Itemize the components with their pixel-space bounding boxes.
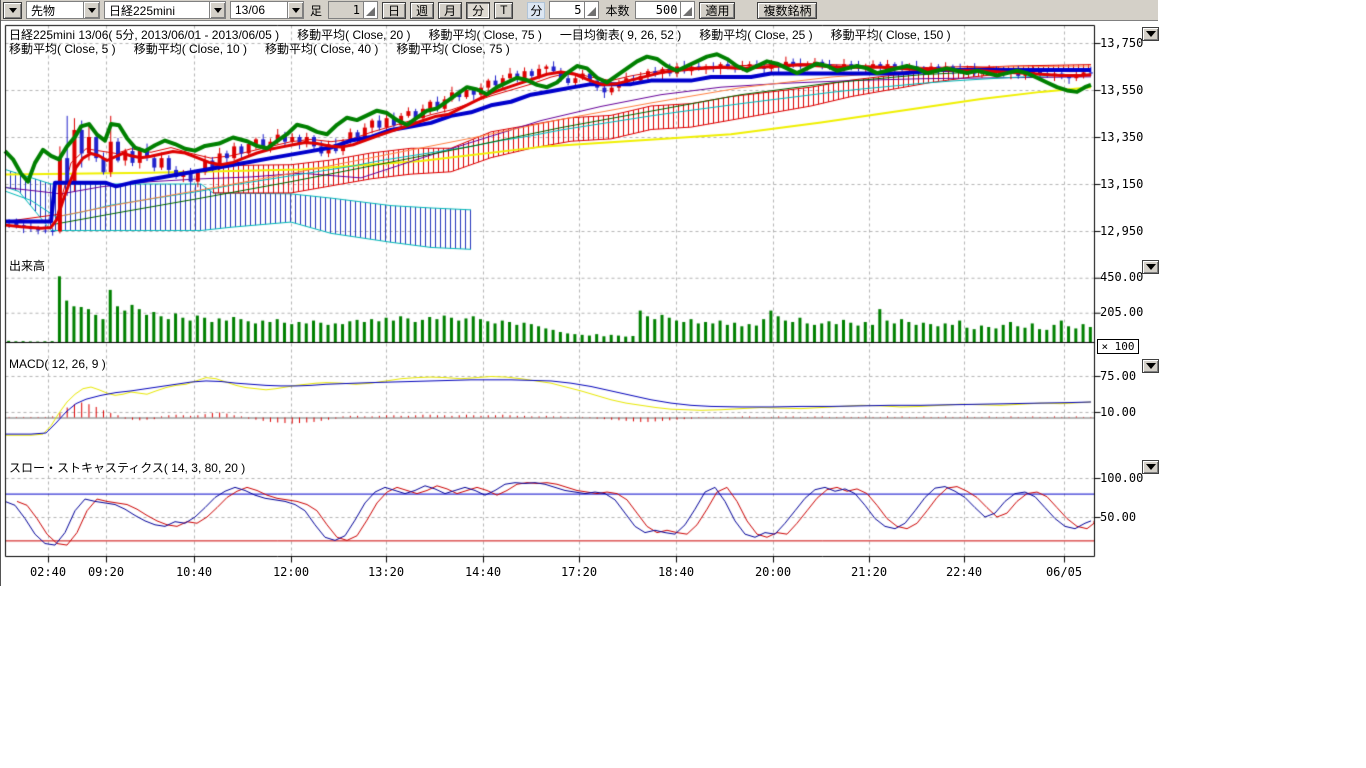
volume-multiplier-box: × 100 [1097, 339, 1139, 354]
multi-symbol-button[interactable]: 複数銘柄 [757, 2, 817, 19]
daily-button[interactable]: 日 [382, 2, 406, 19]
symbol-value: 日経225mini [105, 2, 209, 19]
combo-arrow-button[interactable] [287, 2, 303, 18]
volume-axis-menu-button[interactable] [1142, 260, 1159, 274]
legend-ma150: 移動平均( Close, 150 ) [831, 26, 951, 43]
time-tick-label: 20:00 [755, 565, 791, 579]
combo-arrow-button[interactable] [209, 2, 225, 18]
chart-canvas[interactable] [1, 21, 1159, 588]
toolbar: 先物 日経225mini 13/06 足 1 日 週 月 分 T 分 5 本数 … [1, 0, 1158, 21]
interval-spinner[interactable]: 1 [328, 1, 378, 19]
time-tick-label: 18:40 [658, 565, 694, 579]
chevron-down-icon [1146, 31, 1156, 37]
chevron-down-icon [214, 8, 222, 13]
time-tick-label: 12:00 [273, 565, 309, 579]
time-tick-label: 06/05 [1046, 565, 1082, 579]
time-tick-label: 09:20 [88, 565, 124, 579]
time-tick-label: 13:20 [368, 565, 404, 579]
stoch-axis-menu-button[interactable] [1142, 460, 1159, 474]
spin-icon[interactable] [680, 2, 694, 18]
macd-panel-title: MACD( 12, 26, 9 ) [9, 357, 106, 371]
price-tick-label: 12,950 [1100, 224, 1143, 238]
time-tick-label: 02:40 [30, 565, 66, 579]
macd-tick-label: 75.00 [1100, 369, 1136, 383]
minute-button[interactable]: 分 [466, 2, 490, 19]
chevron-down-icon [292, 8, 300, 13]
bar-count-spinner[interactable]: 500 [635, 1, 695, 19]
time-tick-label: 14:40 [465, 565, 501, 579]
contract-month-combobox[interactable]: 13/06 [230, 1, 304, 19]
legend-ma75b: 移動平均( Close, 75 ) [396, 40, 509, 57]
volume-panel-title: 出来高 [9, 257, 45, 274]
combo-arrow-button[interactable] [83, 2, 99, 18]
tick-button[interactable]: T [494, 2, 513, 19]
chevron-down-icon [1146, 264, 1156, 270]
bar-count-label: 本数 [603, 2, 631, 19]
stoch-tick-label: 50.00 [1100, 510, 1136, 524]
legend-ma5: 移動平均( Close, 5 ) [9, 40, 116, 57]
symbol-combobox[interactable]: 日経225mini [104, 1, 226, 19]
interval-value: 1 [329, 2, 363, 18]
contract-month-value: 13/06 [231, 3, 287, 17]
price-tick-label: 13,750 [1100, 36, 1143, 50]
volume-tick-label: 450.00 [1100, 270, 1143, 284]
time-tick-label: 21:20 [851, 565, 887, 579]
price-tick-label: 13,150 [1100, 177, 1143, 191]
minute-value: 5 [550, 2, 584, 18]
legend-ichimoku: 一目均衡表( 9, 26, 52 ) [560, 26, 681, 43]
weekly-button[interactable]: 週 [410, 2, 434, 19]
time-tick-label: 22:40 [946, 565, 982, 579]
legend-ma10: 移動平均( Close, 10 ) [134, 40, 247, 57]
bar-type-label: 足 [308, 2, 324, 19]
category-combobox[interactable]: 先物 [26, 1, 100, 19]
monthly-button[interactable]: 月 [438, 2, 462, 19]
volume-tick-label: 205.00 [1100, 305, 1143, 319]
category-value: 先物 [27, 2, 83, 19]
time-tick-label: 10:40 [176, 565, 212, 579]
minute-unit-label: 分 [527, 2, 545, 19]
stochastics-panel-title: スロー・ストキャスティクス( 14, 3, 80, 20 ) [9, 459, 245, 476]
legend-ma25: 移動平均( Close, 25 ) [699, 26, 812, 43]
chart-area: 日経225mini 13/06( 5分, 2013/06/01 - 2013/0… [1, 21, 1159, 588]
chevron-down-icon [1146, 363, 1156, 369]
price-tick-label: 13,350 [1100, 130, 1143, 144]
legend-ma40: 移動平均( Close, 40 ) [265, 40, 378, 57]
chevron-down-icon [1146, 464, 1156, 470]
bar-count-value: 500 [636, 2, 680, 18]
macd-axis-menu-button[interactable] [1142, 359, 1159, 373]
chart-menu-button[interactable] [3, 2, 22, 19]
stoch-tick-label: 100.00 [1100, 471, 1143, 485]
spin-icon[interactable] [584, 2, 598, 18]
time-tick-label: 17:20 [561, 565, 597, 579]
price-tick-label: 13,550 [1100, 83, 1143, 97]
application-window: 先物 日経225mini 13/06 足 1 日 週 月 分 T 分 5 本数 … [0, 0, 1366, 768]
macd-tick-label: 10.00 [1100, 405, 1136, 419]
legend-row-2: 移動平均( Close, 5 ) 移動平均( Close, 10 ) 移動平均(… [9, 40, 510, 57]
minute-spinner[interactable]: 5 [549, 1, 599, 19]
apply-button[interactable]: 適用 [699, 2, 735, 19]
spin-icon[interactable] [363, 2, 377, 18]
price-axis-menu-button[interactable] [1142, 27, 1159, 41]
chevron-down-icon [88, 8, 96, 13]
chevron-down-icon [9, 8, 17, 13]
